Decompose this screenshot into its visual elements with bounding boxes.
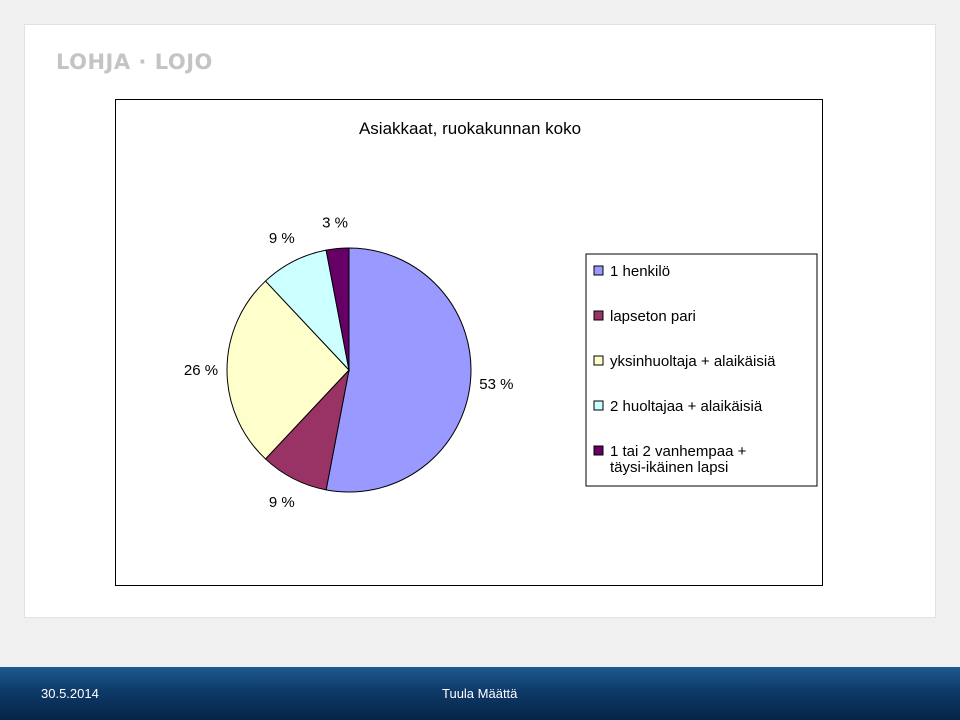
chart-title: Asiakkaat, ruokakunnan koko	[359, 119, 581, 138]
legend-swatch-lapseton-pari	[593, 310, 604, 321]
legend-swatch-yksinhuoltaja-alaikäisiä	[593, 355, 604, 366]
legend-label-yksinhuoltaja-alaikäisiä: yksinhuoltaja + alaikäisiä	[610, 353, 776, 370]
slice-value-label-1-tai-2-vanhempaa-täysi-ikäinen-lapsi: 3 %	[322, 215, 348, 232]
legend-label-1-henkilö: 1 henkilö	[610, 263, 670, 280]
slice-value-label-yksinhuoltaja-alaikäisiä: 26 %	[184, 362, 218, 379]
lohja-lojo-logo: LOHJA · LOJO	[56, 50, 213, 74]
legend-label-2-huoltajaa-alaikäisiä: 2 huoltajaa + alaikäisiä	[610, 398, 763, 415]
chart-frame: Asiakkaat, ruokakunnan koko 53 % 9 % 26 % 9…	[115, 99, 823, 586]
slice-value-label-lapseton-pari: 9 %	[269, 494, 295, 511]
legend-label-1-tai-2-vanhempaa-täysi-ikäinen-lapsi: 1 tai 2 vanhempaa + täysi-ikäinen lapsi	[610, 443, 747, 476]
footer-date: 30.5.2014	[41, 686, 99, 701]
pie-chart: Asiakkaat, ruokakunnan koko 53 % 9 % 26 % 9…	[184, 119, 818, 511]
footer-author: Tuula Määttä	[442, 686, 518, 701]
slice-value-label-2-huoltajaa-alaikäisiä: 9 %	[269, 230, 295, 247]
legend-swatch-1-tai-2-vanhempaa-täysi-ikäinen-lapsi	[593, 445, 604, 456]
legend-swatch-1-henkilö	[593, 265, 604, 276]
legend-swatch-2-huoltajaa-alaikäisiä	[593, 400, 604, 411]
legend-label-lapseton-pari: lapseton pari	[610, 308, 696, 325]
slice-value-label-1-henkilö: 53 %	[479, 376, 513, 393]
pie-slices	[226, 247, 472, 493]
